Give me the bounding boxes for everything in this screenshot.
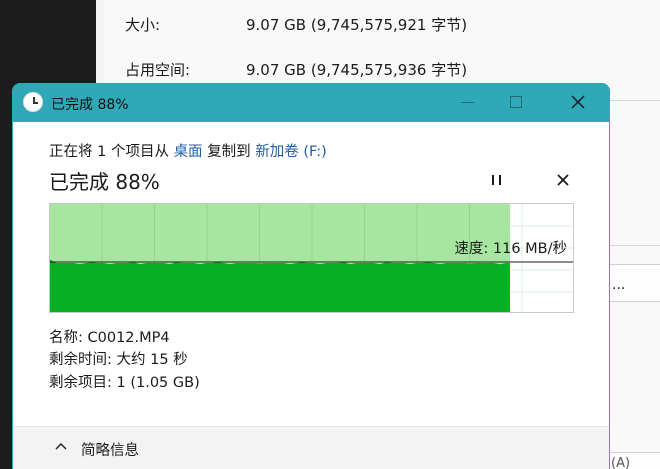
- size-value: 9.07 GB (9,745,575,921 字节): [246, 16, 468, 34]
- dialog-client-area: 正在将 1 个项目从 桌面 复制到 新加卷 (F:) 已完成 88% 速度: 1…: [13, 122, 609, 469]
- disk-usage-label: 占用空间:: [125, 61, 191, 79]
- close-icon: [557, 174, 569, 186]
- file-name-value: C0012.MP4: [87, 330, 170, 346]
- items-remaining-value: 1 (1.05 GB): [116, 375, 200, 391]
- maximize-icon: [510, 96, 522, 108]
- time-remaining-row: 剩余时间: 大约 15 秒: [49, 348, 188, 369]
- file-name-label: 名称:: [49, 330, 83, 346]
- description-prefix: 正在将 1 个项目从: [49, 144, 174, 160]
- source-link[interactable]: 桌面: [174, 144, 203, 160]
- disk-usage-value: 9.07 GB (9,745,575,936 字节): [246, 61, 468, 79]
- close-button[interactable]: [555, 83, 601, 122]
- copy-progress-dialog: 已完成 88% 正在将 1 个项目从 桌面 复制到 新加卷 (F:) 已完成 8…: [12, 83, 610, 469]
- chevron-up-icon[interactable]: [54, 441, 68, 451]
- dialog-titlebar[interactable]: 已完成 88%: [12, 83, 610, 122]
- minimize-button[interactable]: [445, 83, 491, 122]
- apply-button[interactable]: (A): [604, 452, 660, 469]
- maximize-button[interactable]: [493, 83, 539, 122]
- pause-button[interactable]: [489, 172, 507, 188]
- clock-icon: [23, 92, 43, 112]
- cancel-button[interactable]: [555, 172, 571, 188]
- fewer-details-toggle[interactable]: 简略信息: [81, 439, 139, 460]
- advanced-button[interactable]: ...: [604, 264, 660, 302]
- file-name-row: 名称: C0012.MP4: [49, 326, 170, 347]
- divider: [608, 245, 660, 246]
- dialog-footer: 简略信息: [13, 426, 609, 469]
- pause-icon: [499, 175, 501, 185]
- time-remaining-value: 大约 15 秒: [116, 352, 188, 368]
- items-remaining-label: 剩余项目:: [49, 375, 112, 391]
- minimize-icon: [461, 102, 474, 103]
- copy-description: 正在将 1 个项目从 桌面 复制到 新加卷 (F:): [49, 140, 327, 161]
- divider: [608, 100, 660, 101]
- speed-label: 速度: 116 MB/秒: [454, 241, 567, 257]
- transfer-speed-graph: 速度: 116 MB/秒: [49, 203, 574, 313]
- pause-icon: [492, 175, 494, 185]
- speed-area: [50, 259, 510, 312]
- close-icon: [571, 95, 585, 109]
- description-middle: 复制到: [202, 144, 256, 160]
- items-remaining-row: 剩余项目: 1 (1.05 GB): [49, 371, 200, 392]
- destination-link[interactable]: 新加卷 (F:): [255, 144, 327, 160]
- speed-graph-svg: [50, 204, 573, 312]
- progress-heading: 已完成 88%: [49, 170, 160, 194]
- size-label: 大小:: [125, 16, 161, 34]
- dialog-title: 已完成 88%: [51, 97, 129, 113]
- time-remaining-label: 剩余时间:: [49, 352, 112, 368]
